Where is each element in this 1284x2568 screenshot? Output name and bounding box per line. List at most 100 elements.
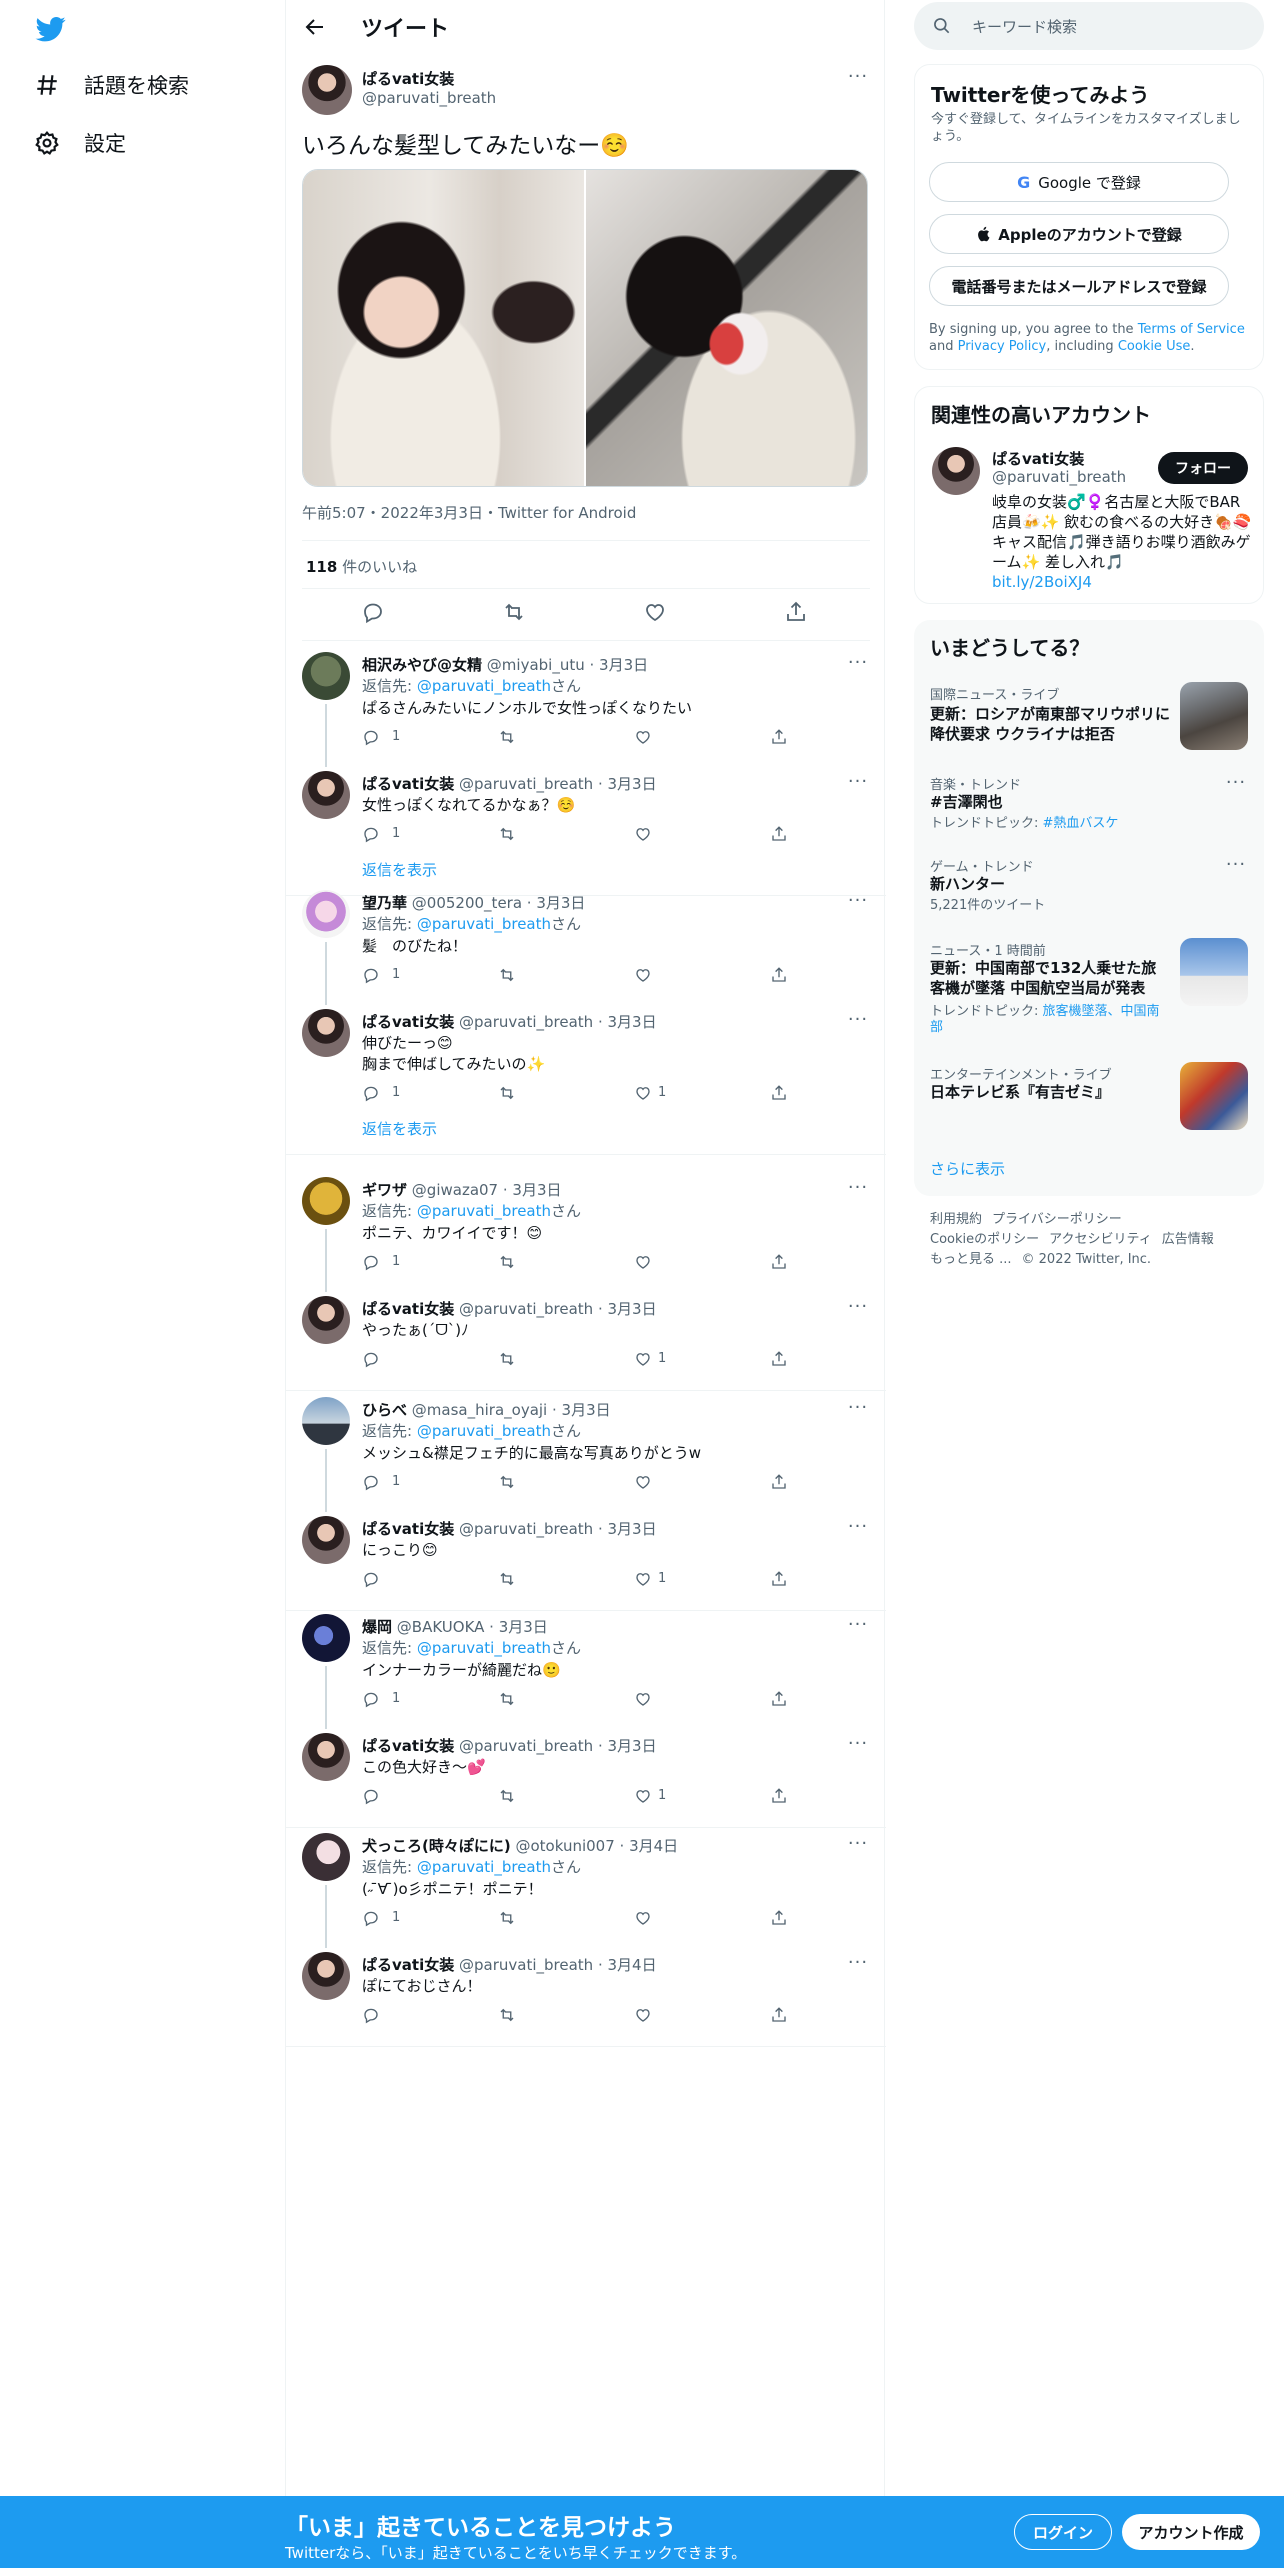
follow-button[interactable]: フォロー (1158, 452, 1248, 484)
share-icon[interactable] (770, 1787, 788, 1805)
mention-link[interactable]: @paruvati_breath (417, 1422, 551, 1440)
share-icon[interactable] (770, 1570, 788, 1588)
share-icon[interactable] (770, 1690, 788, 1708)
reply-header[interactable]: 犬っころ(時々ぽにに) @otokuni007 · 3月4日 (362, 1835, 678, 1856)
retweet-icon[interactable] (498, 1350, 516, 1368)
bio-link[interactable]: bit.ly/2BoiXJ4 (992, 573, 1092, 591)
more-options-icon[interactable]: ··· (846, 1518, 870, 1544)
avatar[interactable] (302, 1516, 350, 1564)
privacy-link[interactable]: Privacy Policy (958, 339, 1047, 354)
share-icon[interactable] (770, 1473, 788, 1491)
share-icon[interactable] (784, 600, 808, 624)
avatar[interactable] (302, 65, 352, 115)
reply-header[interactable]: 爆岡 @BAKUOKA · 3月3日 (362, 1616, 548, 1637)
avatar[interactable] (302, 890, 350, 938)
like-icon[interactable] (634, 1690, 652, 1708)
reply-icon[interactable] (362, 966, 380, 984)
share-icon[interactable] (770, 825, 788, 843)
reply-icon[interactable] (362, 728, 380, 746)
avatar[interactable] (302, 1177, 350, 1225)
retweet-icon[interactable] (498, 1909, 516, 1927)
reply-icon[interactable] (362, 1690, 380, 1708)
reply-icon[interactable] (361, 600, 385, 624)
reply-header[interactable]: ギワザ @giwaza07 · 3月3日 (362, 1179, 562, 1200)
twitter-logo-icon[interactable] (34, 14, 68, 44)
more-options-icon[interactable]: ··· (846, 68, 870, 94)
like-icon[interactable] (634, 1570, 652, 1588)
reply-icon[interactable] (362, 1084, 380, 1102)
show-replies-link[interactable]: 返信を表示 (362, 859, 437, 880)
show-more-link[interactable]: さらに表示 (930, 1158, 1005, 1179)
retweet-icon[interactable] (498, 728, 516, 746)
related-handle[interactable]: @paruvati_breath (992, 468, 1126, 486)
like-icon[interactable] (634, 728, 652, 746)
avatar[interactable] (302, 1952, 350, 2000)
trend-title[interactable]: 更新：ロシアが南東部マリウポリに降伏要求 ウクライナは拒否 (930, 704, 1170, 744)
mention-link[interactable]: @paruvati_breath (417, 1639, 551, 1657)
retweet-icon[interactable] (498, 1787, 516, 1805)
phone-email-signup-button[interactable]: 電話番号またはメールアドレスで登録 (929, 266, 1229, 306)
author-handle[interactable]: @paruvati_breath (362, 89, 496, 107)
reply-icon[interactable] (362, 1253, 380, 1271)
terms-link[interactable]: Terms of Service (1138, 322, 1245, 337)
trend-title[interactable]: #吉澤閑也 (930, 792, 1003, 812)
reply-header[interactable]: ぱるvati女装 @paruvati_breath · 3月3日 (362, 1298, 657, 1319)
footer-more[interactable]: もっと見る ... (930, 1252, 1012, 1267)
avatar[interactable] (932, 447, 980, 495)
more-options-icon[interactable]: ··· (846, 1011, 870, 1037)
retweet-icon[interactable] (498, 966, 516, 984)
google-signup-button[interactable]: G Google で登録 (929, 162, 1229, 202)
more-options-icon[interactable]: ··· (846, 654, 870, 680)
more-options-icon[interactable]: ··· (1224, 774, 1248, 800)
share-icon[interactable] (770, 1909, 788, 1927)
retweet-icon[interactable] (498, 1253, 516, 1271)
reply-header[interactable]: ぱるvati女装 @paruvati_breath · 3月4日 (362, 1954, 657, 1975)
reply-header[interactable]: 望乃華 @005200_tera · 3月3日 (362, 892, 585, 913)
reply-header[interactable]: ひらべ @masa_hira_oyaji · 3月3日 (362, 1399, 611, 1420)
like-icon[interactable] (634, 1909, 652, 1927)
search-input[interactable]: キーワード検索 (972, 16, 1077, 37)
like-icon[interactable] (634, 966, 652, 984)
reply-icon[interactable] (362, 1350, 380, 1368)
retweet-icon[interactable] (498, 1690, 516, 1708)
like-icon[interactable] (643, 600, 667, 624)
share-icon[interactable] (770, 1084, 788, 1102)
like-icon[interactable] (634, 825, 652, 843)
mention-link[interactable]: @paruvati_breath (417, 677, 551, 695)
signup-button[interactable]: アカウント作成 (1122, 2514, 1260, 2550)
more-options-icon[interactable]: ··· (846, 1735, 870, 1761)
avatar[interactable] (302, 1009, 350, 1057)
tweet-timestamp[interactable]: 午前5:07・2022年3月3日・Twitter for Android (302, 502, 636, 523)
reply-icon[interactable] (362, 1570, 380, 1588)
trend-title[interactable]: 新ハンター (930, 874, 1005, 894)
tweet-photo[interactable] (303, 170, 584, 486)
avatar[interactable] (302, 652, 350, 700)
cookie-link[interactable]: Cookie Use (1118, 339, 1191, 354)
apple-signup-button[interactable]: Appleのアカウントで登録 (929, 214, 1229, 254)
author-name[interactable]: ぱるvati女装 (362, 68, 454, 89)
avatar[interactable] (302, 771, 350, 819)
show-replies-link[interactable]: 返信を表示 (362, 1118, 437, 1139)
back-arrow-icon[interactable] (303, 15, 327, 39)
nav-settings[interactable]: 設定 (34, 128, 126, 158)
avatar[interactable] (302, 1296, 350, 1344)
more-options-icon[interactable]: ··· (1224, 856, 1248, 882)
tweet-photo[interactable] (586, 170, 867, 486)
share-icon[interactable] (770, 1350, 788, 1368)
footer-link[interactable]: プライバシーポリシー (992, 1212, 1122, 1227)
trend-image[interactable] (1180, 1062, 1248, 1130)
retweet-icon[interactable] (498, 1570, 516, 1588)
reply-header[interactable]: ぱるvati女装 @paruvati_breath · 3月3日 (362, 1735, 657, 1756)
footer-link[interactable]: 広告情報 (1162, 1232, 1214, 1247)
like-icon[interactable] (634, 1350, 652, 1368)
reply-icon[interactable] (362, 1473, 380, 1491)
nav-explore[interactable]: 話題を検索 (34, 70, 189, 100)
login-button[interactable]: ログイン (1014, 2514, 1112, 2550)
mention-link[interactable]: @paruvati_breath (417, 915, 551, 933)
retweet-icon[interactable] (498, 825, 516, 843)
more-options-icon[interactable]: ··· (846, 1399, 870, 1425)
like-icon[interactable] (634, 1253, 652, 1271)
avatar[interactable] (302, 1733, 350, 1781)
retweet-icon[interactable] (498, 1084, 516, 1102)
share-icon[interactable] (770, 728, 788, 746)
